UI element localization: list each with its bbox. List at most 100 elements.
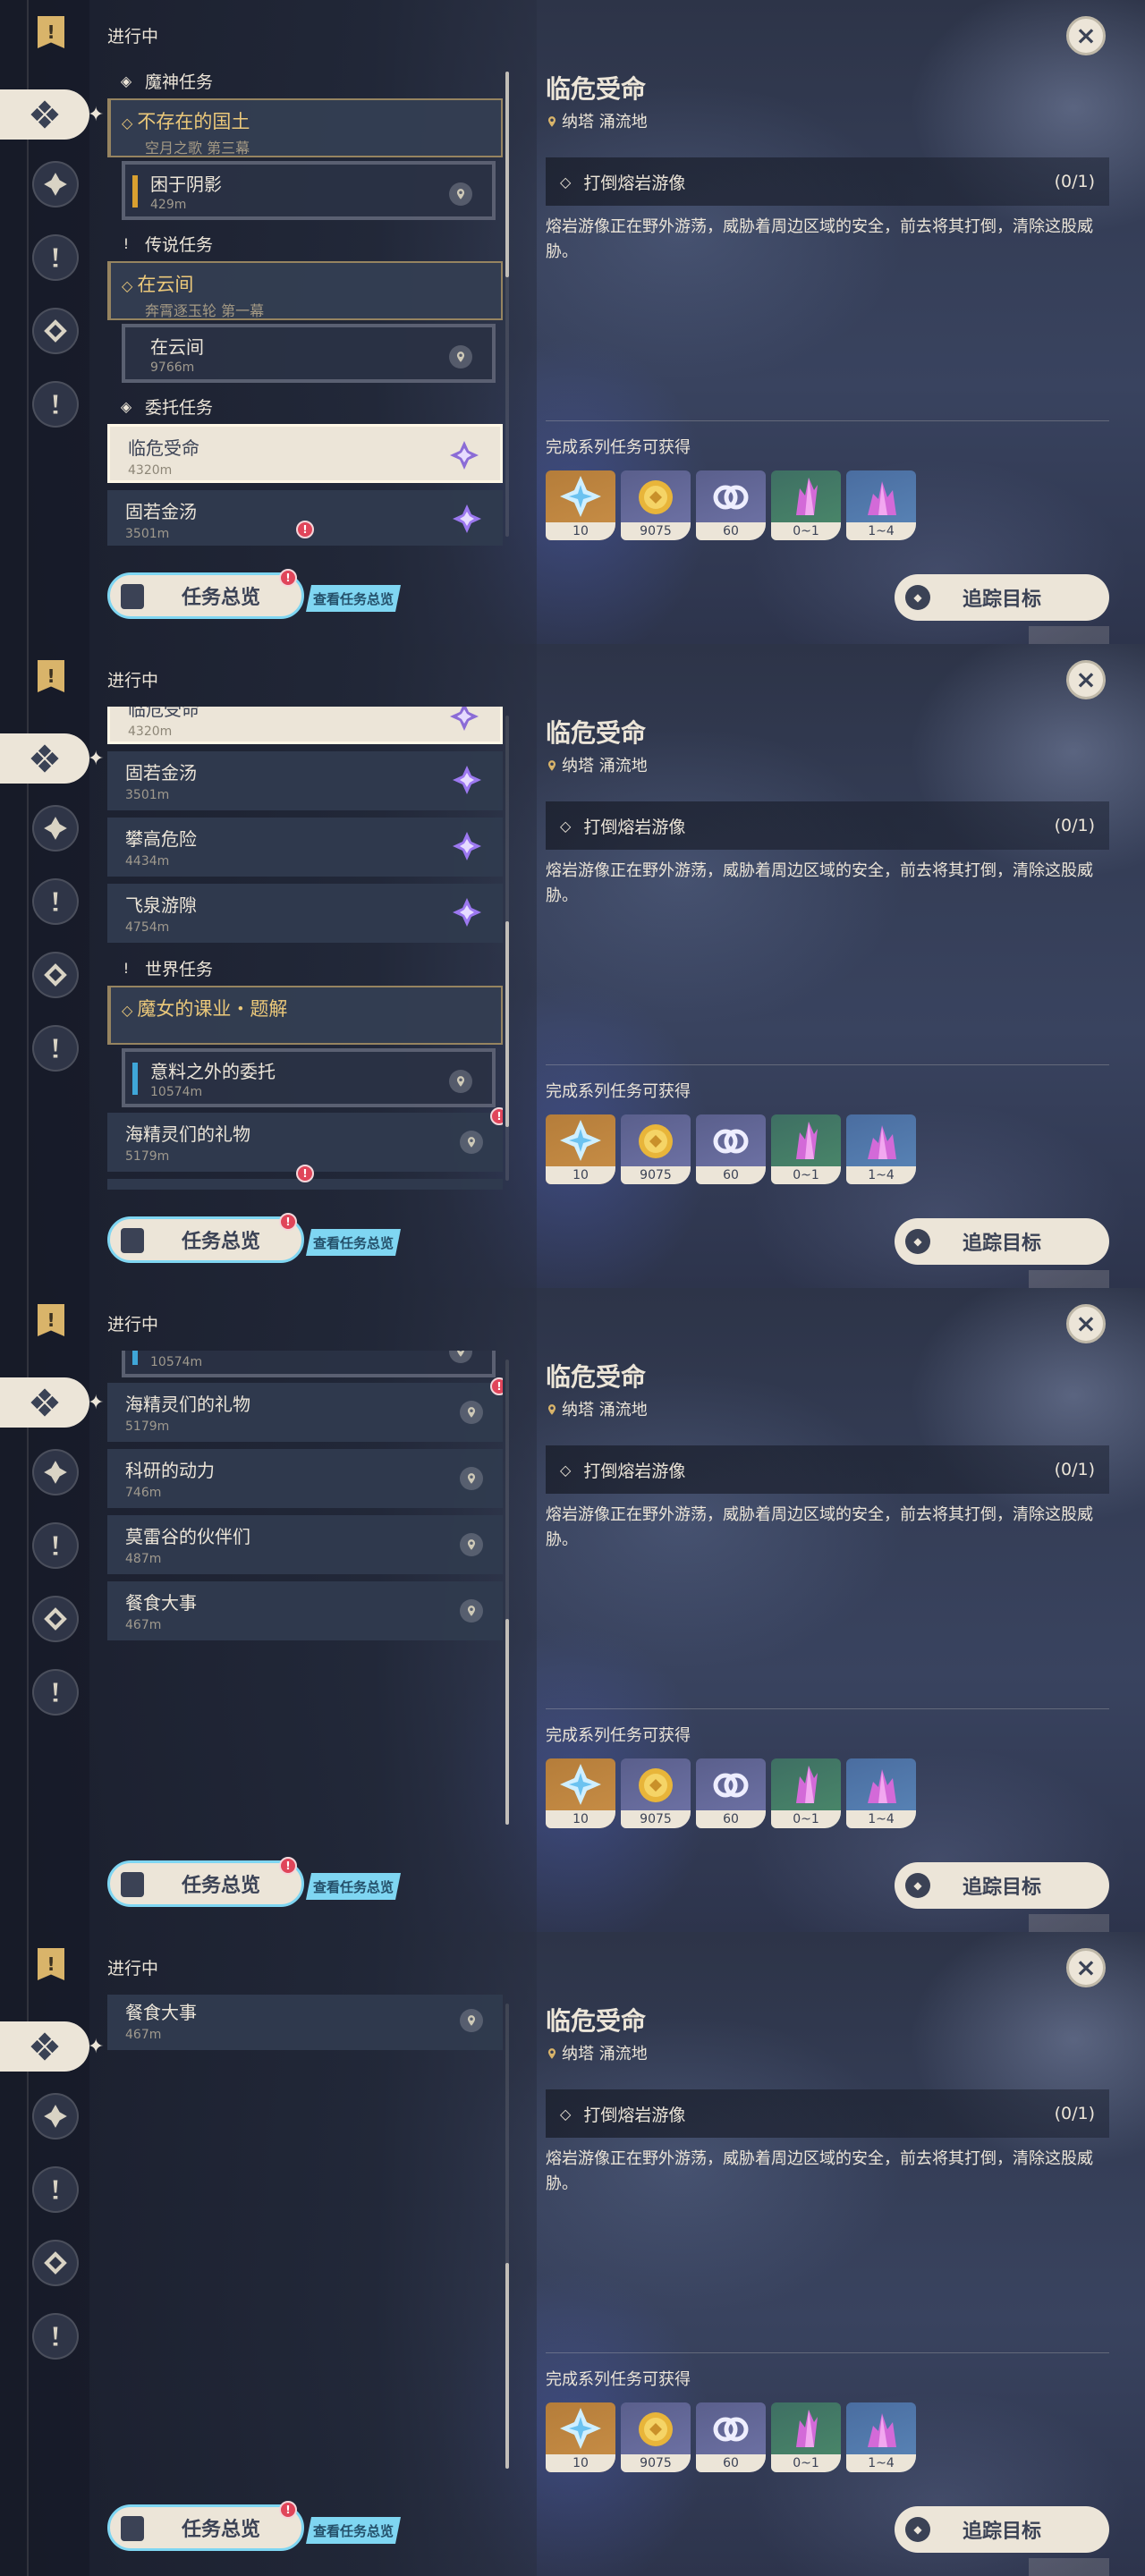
reward-mora[interactable]: 9075 <box>621 1758 691 1828</box>
reward-crystal-pink[interactable]: 1~4 <box>846 470 916 540</box>
reward-friendship[interactable]: 60 <box>696 2402 766 2472</box>
nav-world[interactable] <box>32 381 79 428</box>
reward-mora[interactable]: 9075 <box>621 2402 691 2472</box>
list-scrollbar[interactable] <box>505 716 509 1181</box>
reward-crystal-green[interactable]: 0~1 <box>771 2402 841 2472</box>
nav-world[interactable] <box>32 1025 79 1072</box>
nav-archon[interactable] <box>32 805 79 852</box>
quest-overview-button[interactable]: 任务总览 <box>107 572 304 619</box>
reward-crystal-pink[interactable]: 1~4 <box>846 2402 916 2472</box>
nav-commission[interactable] <box>32 952 79 998</box>
quest-list[interactable]: ◈魔神任务 不存在的国土 空月之歌 第三幕 困于阴影 429m !传说任务 在云… <box>107 1351 503 1834</box>
map-pin-button[interactable] <box>449 182 472 206</box>
scrollbar-thumb[interactable] <box>505 2263 509 2469</box>
nav-commission[interactable] <box>32 1596 79 1642</box>
reward-friendship[interactable]: 60 <box>696 1758 766 1828</box>
nav-story[interactable] <box>32 2166 79 2213</box>
quest-chain-archon[interactable]: 不存在的国土 空月之歌 第三幕 <box>107 98 503 157</box>
quest-overview-button[interactable]: 任务总览 <box>107 1860 304 1907</box>
quest-overview-button[interactable]: 任务总览 <box>107 1216 304 1263</box>
nav-commission[interactable] <box>32 308 79 354</box>
world-item[interactable]: 餐食大事 467m <box>107 1995 503 2050</box>
map-pin-button[interactable] <box>460 1131 483 1154</box>
list-scrollbar[interactable] <box>505 2004 509 2469</box>
track-objective-button[interactable]: ◆ 追踪目标 <box>895 2506 1109 2553</box>
view-overview-link[interactable]: 查看任务总览 <box>306 2517 401 2544</box>
track-objective-button[interactable]: ◆ 追踪目标 <box>895 1218 1109 1265</box>
scrollbar-thumb[interactable] <box>505 921 509 1127</box>
track-objective-button[interactable]: ◆ 追踪目标 <box>895 574 1109 621</box>
nav-all-quests[interactable] <box>0 89 89 140</box>
nav-world[interactable] <box>32 2313 79 2360</box>
map-pin-button[interactable] <box>449 1070 472 1093</box>
nav-all-quests[interactable] <box>0 2021 89 2072</box>
close-button[interactable]: × <box>1066 1304 1106 1343</box>
map-pin-button[interactable] <box>460 1467 483 1490</box>
map-pin-button[interactable] <box>460 1533 483 1556</box>
view-overview-link[interactable]: 查看任务总览 <box>306 585 401 612</box>
reward-crystal-green[interactable]: 0~1 <box>771 1114 841 1184</box>
nav-all-quests[interactable] <box>0 1377 89 1428</box>
reward-mora[interactable]: 9075 <box>621 1114 691 1184</box>
nav-story[interactable] <box>32 1522 79 1569</box>
map-pin-button[interactable] <box>460 2009 483 2032</box>
reward-friendship[interactable]: 60 <box>696 1114 766 1184</box>
nav-archon[interactable] <box>32 1449 79 1496</box>
view-overview-link[interactable]: 查看任务总览 <box>306 1229 401 1256</box>
quest-chain-world[interactable]: 魔女的课业・题解 <box>107 986 503 1045</box>
commission-item[interactable]: 攀高危险 4434m <box>107 818 503 877</box>
reward-primogem[interactable]: 10 <box>546 470 615 540</box>
nav-archon[interactable] <box>32 2093 79 2140</box>
quest-world-sub[interactable]: 意料之外的委托 10574m <box>122 1048 496 1107</box>
quest-book-icon[interactable]: ! <box>38 660 64 692</box>
close-button[interactable]: × <box>1066 1948 1106 1987</box>
reward-primogem[interactable]: 10 <box>546 1114 615 1184</box>
reward-crystal-green[interactable]: 0~1 <box>771 1758 841 1828</box>
nav-all-quests[interactable] <box>0 733 89 784</box>
close-button[interactable]: × <box>1066 16 1106 55</box>
view-overview-link[interactable]: 查看任务总览 <box>306 1873 401 1900</box>
quest-overview-button[interactable]: 任务总览 <box>107 2504 304 2551</box>
nav-commission[interactable] <box>32 2240 79 2286</box>
nav-story[interactable] <box>32 878 79 925</box>
quest-list[interactable]: ◈魔神任务 不存在的国土 空月之歌 第三幕 困于阴影 429m !传说任务 在云… <box>107 1995 503 2478</box>
quest-list[interactable]: ◈魔神任务 不存在的国土 空月之歌 第三幕 困于阴影 429m !传说任务 在云… <box>107 707 503 1190</box>
world-item[interactable]: 餐食大事 467m <box>107 1581 503 1640</box>
scrollbar-thumb[interactable] <box>505 1619 509 1825</box>
detail-description: 熔岩游像正在野外游荡，威胁着周边区域的安全，前去将其打倒，清除这股威胁。 <box>546 1505 1093 1549</box>
list-scrollbar[interactable] <box>505 1360 509 1825</box>
quest-world-sub[interactable]: 意料之外的委托 10574m <box>122 1351 496 1377</box>
track-objective-button[interactable]: ◆ 追踪目标 <box>895 1862 1109 1909</box>
reward-crystal-pink[interactable]: 1~4 <box>846 1758 916 1828</box>
map-pin-button[interactable] <box>449 345 472 369</box>
quest-list[interactable]: ◈魔神任务 不存在的国土 空月之歌 第三幕 困于阴影 429m !传说任务 在云… <box>107 63 503 546</box>
nav-story[interactable] <box>32 234 79 281</box>
nav-archon[interactable] <box>32 161 79 208</box>
quest-legend-sub[interactable]: 在云间 9766m <box>122 324 496 383</box>
commission-item-selected[interactable]: 临危受命 4320m <box>107 424 503 483</box>
map-pin-button[interactable] <box>460 1401 483 1424</box>
world-item[interactable]: 莫雷谷的伙伴们 487m <box>107 1515 503 1574</box>
reward-crystal-green[interactable]: 0~1 <box>771 470 841 540</box>
scrollbar-thumb[interactable] <box>505 72 509 277</box>
reward-primogem[interactable]: 10 <box>546 2402 615 2472</box>
quest-chain-legend[interactable]: 在云间 奔霄逐玉轮 第一幕 <box>107 261 503 320</box>
commission-item[interactable]: 飞泉游隙 4754m <box>107 884 503 943</box>
list-scrollbar[interactable] <box>505 72 509 537</box>
quest-book-icon[interactable]: ! <box>38 16 64 48</box>
world-item[interactable]: 海精灵们的礼物 5179m ! <box>107 1107 503 1172</box>
quest-archon-sub[interactable]: 困于阴影 429m <box>122 161 496 220</box>
commission-item[interactable]: 固若金汤 3501m <box>107 751 503 810</box>
reward-crystal-pink[interactable]: 1~4 <box>846 1114 916 1184</box>
world-item[interactable]: 科研的动力 746m <box>107 1449 503 1508</box>
close-button[interactable]: × <box>1066 660 1106 699</box>
reward-primogem[interactable]: 10 <box>546 1758 615 1828</box>
reward-friendship[interactable]: 60 <box>696 470 766 540</box>
commission-item-selected[interactable]: 临危受命 4320m <box>107 707 503 744</box>
reward-mora[interactable]: 9075 <box>621 470 691 540</box>
quest-book-icon[interactable]: ! <box>38 1304 64 1336</box>
quest-book-icon[interactable]: ! <box>38 1948 64 1980</box>
world-item[interactable]: 海精灵们的礼物 5179m ! <box>107 1377 503 1442</box>
nav-world[interactable] <box>32 1669 79 1716</box>
map-pin-button[interactable] <box>460 1599 483 1623</box>
